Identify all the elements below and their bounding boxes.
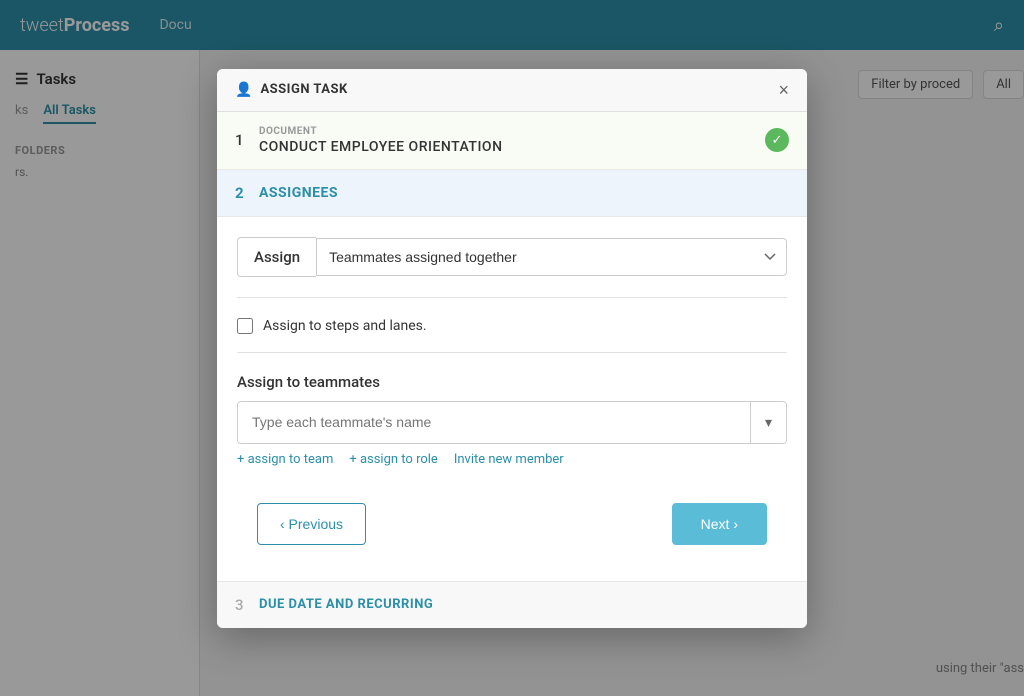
assign-steps-lanes-label: Assign to steps and lanes. [263,318,427,334]
teammates-name-input[interactable] [238,402,750,442]
step-2-row: 2 ASSIGNEES [217,170,807,217]
assign-row: Assign Teammates assigned together Each … [237,237,787,298]
teammates-links: + assign to team + assign to role Invite… [237,452,787,467]
step-1-content: DOCUMENT CONDUCT EMPLOYEE ORIENTATION [259,126,765,155]
step-3-title: DUE DATE AND RECURRING [259,597,433,612]
assign-teammates-section: Assign to teammates ▾ + assign to team +… [237,373,787,467]
next-button[interactable]: Next › [672,503,767,545]
step-2-title: ASSIGNEES [259,185,338,201]
step-1-number: 1 [235,131,259,149]
teammates-dropdown-button[interactable]: ▾ [750,402,786,443]
teammates-input-row: ▾ [237,401,787,444]
modal-close-button[interactable]: × [778,81,789,99]
previous-button[interactable]: ‹ Previous [257,503,366,545]
step-1-row: 1 DOCUMENT CONDUCT EMPLOYEE ORIENTATION … [217,112,807,170]
modal-footer: ‹ Previous Next › [237,487,787,561]
checkbox-row: Assign to steps and lanes. [237,318,787,353]
person-icon: 👤 [235,82,252,98]
modal-body: Assign Teammates assigned together Each … [217,217,807,581]
modal-title: ASSIGN TASK [260,82,347,97]
modal-overlay: 👤 ASSIGN TASK × 1 DOCUMENT CONDUCT EMPLO… [0,0,1024,696]
step-2-number: 2 [235,184,259,202]
step-1-value: CONDUCT EMPLOYEE ORIENTATION [259,139,765,155]
step-3-row: 3 DUE DATE AND RECURRING [217,581,807,628]
step-3-number: 3 [235,596,259,614]
assign-teammates-title: Assign to teammates [237,373,787,391]
modal-header-left: 👤 ASSIGN TASK [235,82,348,98]
modal-header: 👤 ASSIGN TASK × [217,69,807,112]
assign-steps-lanes-checkbox[interactable] [237,318,253,334]
step-1-label: DOCUMENT [259,126,765,137]
invite-new-member-link[interactable]: Invite new member [454,452,564,467]
assign-task-modal: 👤 ASSIGN TASK × 1 DOCUMENT CONDUCT EMPLO… [217,69,807,628]
assign-label: Assign [237,237,316,277]
assign-to-team-link[interactable]: + assign to team [237,452,333,467]
assign-to-role-link[interactable]: + assign to role [349,452,437,467]
assign-select[interactable]: Teammates assigned together Each teammat… [316,238,787,276]
step-1-check: ✓ [765,128,789,152]
